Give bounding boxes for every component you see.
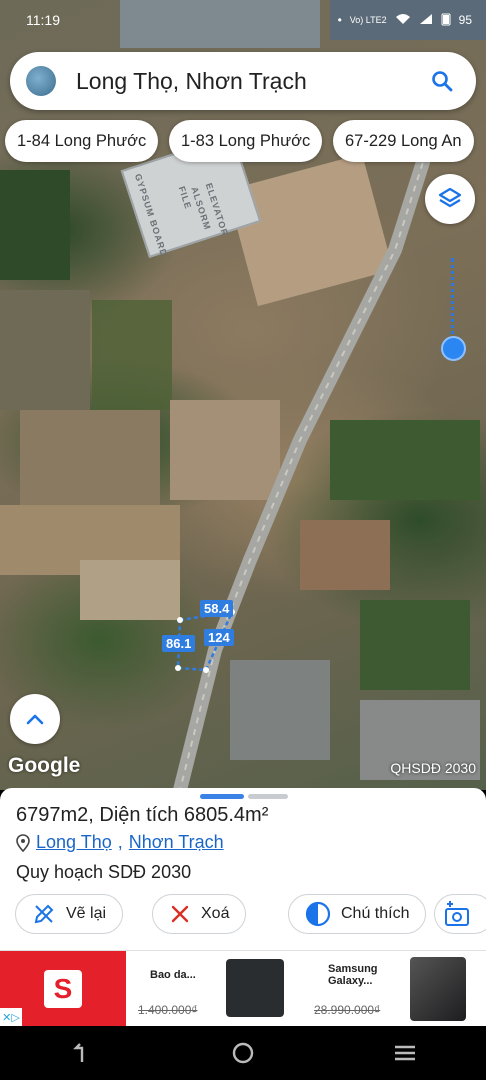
location-separator: ,: [117, 832, 123, 852]
measure-label-left: 86.1: [162, 635, 196, 652]
add-photo-button[interactable]: [434, 894, 486, 934]
info-sheet: 6797m2, Diện tích 6805.4m² Long Thọ, Nhơ…: [0, 788, 486, 950]
ad-item-name[interactable]: Samsung Galaxy...: [328, 963, 398, 987]
recents-button[interactable]: [375, 1033, 435, 1073]
home-button[interactable]: [213, 1033, 273, 1073]
home-icon: [232, 1042, 254, 1064]
satellite-map[interactable]: GYPSUM BOARD FILE ALSORM ELEVATOR 58.4 8…: [0, 0, 486, 790]
status-bar: 11:19 • Vo) LTE2 95: [0, 0, 486, 40]
google-logo: Google: [8, 754, 81, 777]
expand-sheet-button[interactable]: [10, 694, 60, 744]
map-layer-label: QHSDĐ 2030: [390, 760, 476, 776]
chevron-up-icon: [26, 714, 44, 725]
battery-icon: [441, 12, 451, 29]
add-photo-icon: [445, 901, 469, 926]
ad-item-price: 1.400.000₫: [138, 1003, 198, 1017]
redraw-icon: [34, 904, 54, 924]
delete-label: Xoá: [201, 905, 230, 922]
measure-label-right: 124: [204, 629, 234, 646]
chip-label: 67-229 Long An: [345, 131, 462, 150]
search-icon: [432, 71, 453, 92]
redraw-button[interactable]: Vẽ lại: [15, 894, 124, 934]
measure-label-top: 58.4: [200, 600, 234, 617]
location-chip[interactable]: 67-229 Long An: [333, 120, 474, 162]
delete-button[interactable]: Xoá: [152, 894, 247, 934]
search-location-title[interactable]: Long Thọ, Nhơn Trạch: [76, 68, 422, 95]
location-link-district[interactable]: Nhơn Trạch: [129, 832, 224, 853]
phone-image[interactable]: [410, 957, 466, 1021]
location-pin-icon: [16, 833, 30, 852]
search-button[interactable]: [422, 61, 462, 101]
location-chip[interactable]: 1-84 Long Phước: [5, 120, 159, 162]
signal-icon: [419, 13, 433, 28]
highway: [173, 137, 437, 790]
legend-button[interactable]: Chú thích: [288, 894, 427, 934]
ad-item-price: 28.990.000₫: [314, 1003, 381, 1017]
recents-icon: [395, 1045, 415, 1061]
notification-dot-icon: •: [337, 13, 342, 27]
plan-label: Quy hoạch SDĐ 2030: [16, 862, 192, 882]
opacity-slider-thumb[interactable]: [441, 336, 466, 361]
sheet-drag-handle[interactable]: [200, 794, 288, 799]
avatar[interactable]: [26, 66, 56, 96]
legend-icon: [305, 901, 331, 927]
ad-choices-icon[interactable]: ✕▷: [0, 1008, 22, 1026]
close-icon: [171, 905, 189, 923]
opacity-slider-track[interactable]: [451, 258, 455, 348]
chip-label: 1-84 Long Phước: [17, 131, 147, 150]
tablet-case-image[interactable]: [226, 959, 284, 1017]
system-nav-bar: [0, 1026, 486, 1080]
wifi-icon: [395, 13, 411, 28]
location-chip[interactable]: 1-83 Long Phước: [169, 120, 323, 162]
layers-button[interactable]: [425, 174, 475, 224]
back-button[interactable]: [51, 1033, 111, 1073]
area-title: 6797m2, Diện tích 6805.4m²: [16, 804, 269, 826]
battery-level: 95: [458, 13, 472, 27]
ad-banner[interactable]: S ✕▷ Bao da... 1.400.000₫ Samsung Galaxy…: [0, 950, 486, 1027]
network-label: Vo) LTE2: [349, 15, 387, 25]
status-time: 11:19: [26, 12, 60, 28]
search-bar[interactable]: Long Thọ, Nhơn Trạch: [10, 52, 476, 110]
back-icon: [73, 1043, 84, 1062]
sheet-location: Long Thọ, Nhơn Trạch: [16, 832, 224, 853]
ad-item-name[interactable]: Bao da...: [150, 969, 196, 981]
location-link-ward[interactable]: Long Thọ: [36, 832, 112, 853]
redraw-label: Vẽ lại: [66, 905, 107, 922]
layers-icon: [438, 187, 462, 208]
chip-label: 1-83 Long Phước: [181, 131, 311, 150]
brand-s-icon: S: [44, 970, 82, 1008]
legend-label: Chú thích: [341, 905, 410, 922]
